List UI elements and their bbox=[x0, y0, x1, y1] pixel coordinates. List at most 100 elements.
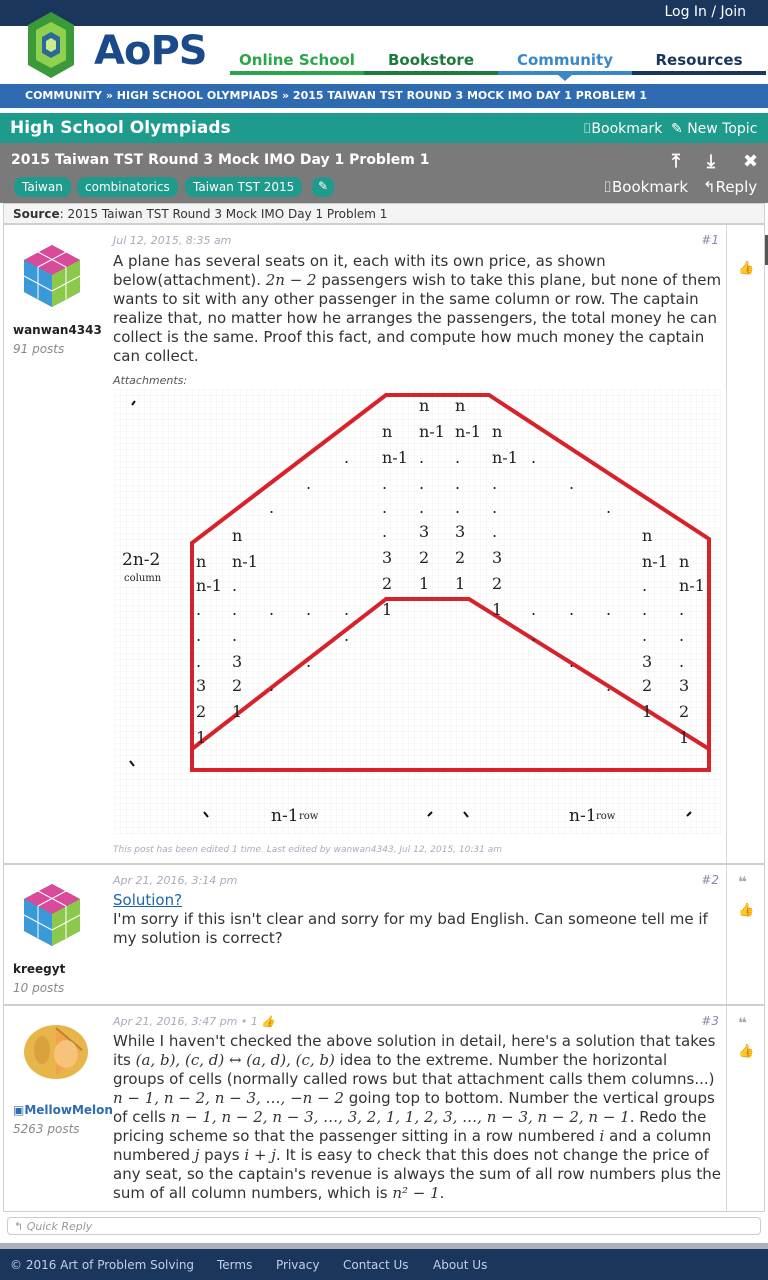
bottom-label-left: n-1 bbox=[271, 806, 299, 826]
jump-top-icon[interactable]: ⤒ bbox=[672, 151, 680, 172]
login-link[interactable]: Log In / Join bbox=[664, 4, 746, 20]
svg-text:.: . bbox=[569, 600, 574, 619]
svg-text:.: . bbox=[642, 600, 647, 619]
svg-text:1: 1 bbox=[492, 600, 502, 619]
avatar[interactable] bbox=[22, 1020, 92, 1084]
seat-diagram-attachment[interactable]: n n n n-1 n-1 n n-1.. n-1 .. ...... ...... n 3… bbox=[114, 389, 721, 835]
bottom-sublabel-right: row bbox=[596, 811, 616, 822]
user-badge-icon: ▣ bbox=[13, 1103, 25, 1117]
svg-text:.: . bbox=[269, 498, 274, 517]
post-count: 5263 posts bbox=[13, 1122, 80, 1136]
svg-text:.: . bbox=[531, 626, 536, 645]
solution-link[interactable]: Solution? bbox=[113, 891, 182, 909]
svg-text:1: 1 bbox=[455, 574, 465, 593]
post-number[interactable]: #2 bbox=[701, 873, 719, 887]
forum-title[interactable]: High School Olympiads bbox=[10, 118, 231, 138]
close-icon[interactable]: ✖ bbox=[743, 151, 758, 172]
like-icon: 👍 bbox=[261, 1015, 276, 1028]
avatar-cube-icon bbox=[23, 245, 81, 307]
username[interactable]: wanwan4343 bbox=[13, 323, 102, 337]
svg-text:.: . bbox=[492, 474, 497, 493]
nav-online-school[interactable]: Online School bbox=[230, 50, 364, 75]
svg-text:.: . bbox=[419, 498, 424, 517]
svg-text:n: n bbox=[419, 396, 429, 415]
svg-text:.: . bbox=[344, 600, 349, 619]
svg-text:.: . bbox=[232, 600, 237, 619]
svg-text:.: . bbox=[455, 498, 460, 517]
post-number[interactable]: #1 bbox=[701, 233, 719, 247]
left-sublabel: column bbox=[124, 573, 162, 584]
aops-logo[interactable]: AoPS bbox=[26, 10, 208, 82]
svg-text:.: . bbox=[679, 626, 684, 645]
copyright: © 2016 Art of Problem Solving bbox=[10, 1258, 195, 1272]
post-date[interactable]: Apr 21, 2016, 3:14 pm bbox=[113, 874, 237, 887]
svg-text:3: 3 bbox=[455, 522, 465, 541]
jump-bottom-icon[interactable]: ⤓ bbox=[707, 151, 715, 172]
svg-text:1: 1 bbox=[232, 702, 242, 721]
svg-text:.: . bbox=[196, 626, 201, 645]
svg-text:3: 3 bbox=[642, 652, 652, 671]
footer-contact-link[interactable]: Contact Us bbox=[343, 1258, 409, 1272]
logo-cube-icon bbox=[28, 12, 74, 78]
footer-privacy-link[interactable]: Privacy bbox=[276, 1258, 319, 1272]
svg-text:.: . bbox=[531, 600, 536, 619]
svg-text:2: 2 bbox=[196, 702, 206, 721]
post-body: A plane has several seats on it, each wi… bbox=[113, 252, 722, 365]
svg-text:n-1: n-1 bbox=[492, 448, 518, 467]
post-actions: ❝ 👍 bbox=[726, 865, 764, 1004]
avatar[interactable] bbox=[22, 882, 82, 952]
quick-reply-bar[interactable]: ↰ Quick Reply bbox=[7, 1217, 761, 1235]
quote-icon[interactable]: ❝ bbox=[738, 873, 747, 891]
svg-text:.: . bbox=[269, 600, 274, 619]
post-date[interactable]: Jul 12, 2015, 8:35 am bbox=[113, 234, 231, 247]
svg-text:.: . bbox=[232, 626, 237, 645]
svg-text:.: . bbox=[382, 498, 387, 517]
svg-text:.: . bbox=[306, 652, 311, 671]
svg-text:n-1: n-1 bbox=[382, 448, 408, 467]
svg-text:.: . bbox=[569, 474, 574, 493]
svg-text:n: n bbox=[679, 552, 689, 571]
post-date[interactable]: Apr 21, 2016, 3:47 pm • 1 👍 bbox=[113, 1015, 275, 1028]
nav-community[interactable]: Community bbox=[498, 50, 632, 75]
svg-text:.: . bbox=[382, 522, 387, 541]
avatar[interactable] bbox=[22, 243, 82, 313]
edit-icon: ✎ bbox=[671, 121, 688, 137]
tag-taiwan[interactable]: Taiwan bbox=[14, 177, 71, 197]
tag-combinatorics[interactable]: combinatorics bbox=[77, 177, 178, 197]
username[interactable]: kreegyt bbox=[13, 962, 65, 976]
svg-text:.: . bbox=[679, 600, 684, 619]
quote-icon[interactable]: ❝ bbox=[738, 1014, 747, 1032]
forum-bookmark-button[interactable]: ⌷Bookmark bbox=[583, 121, 662, 137]
nav-resources[interactable]: Resources bbox=[632, 50, 766, 75]
topic-bookmark-button[interactable]: ⌷Bookmark bbox=[603, 178, 688, 196]
svg-text:1: 1 bbox=[642, 702, 652, 721]
breadcrumb[interactable]: COMMUNITY » HIGH SCHOOL OLYMPIADS » 2015… bbox=[0, 84, 768, 108]
svg-text:2: 2 bbox=[232, 676, 242, 695]
thumbs-up-icon[interactable]: 👍 bbox=[738, 1044, 754, 1059]
svg-text:.: . bbox=[606, 600, 611, 619]
edit-tags-icon[interactable]: ✎ bbox=[312, 177, 335, 197]
thumbs-up-icon[interactable]: 👍 bbox=[738, 903, 754, 918]
svg-text:.: . bbox=[196, 600, 201, 619]
svg-text:2: 2 bbox=[455, 548, 465, 567]
footer-about-link[interactable]: About Us bbox=[433, 1258, 487, 1272]
svg-text:n: n bbox=[382, 422, 392, 441]
svg-text:n-1: n-1 bbox=[642, 552, 668, 571]
svg-text:n: n bbox=[642, 526, 652, 545]
bottom-label-right: n-1 bbox=[569, 806, 597, 826]
svg-text:.: . bbox=[419, 448, 424, 467]
thumbs-up-icon[interactable]: 👍 bbox=[738, 261, 754, 276]
svg-text:n: n bbox=[232, 526, 242, 545]
new-topic-button[interactable]: ✎ New Topic bbox=[671, 121, 757, 137]
svg-text:n-1: n-1 bbox=[679, 576, 705, 595]
svg-text:1: 1 bbox=[679, 728, 689, 747]
post-actions: 👍 bbox=[726, 225, 764, 863]
post-number[interactable]: #3 bbox=[701, 1014, 719, 1028]
nav-bookstore[interactable]: Bookstore bbox=[364, 50, 498, 75]
footer-terms-link[interactable]: Terms bbox=[217, 1258, 252, 1272]
svg-text:.: . bbox=[306, 600, 311, 619]
svg-text:n: n bbox=[196, 552, 206, 571]
tag-taiwan-tst-2015[interactable]: Taiwan TST 2015 bbox=[185, 177, 303, 197]
username[interactable]: ▣MellowMelon bbox=[13, 1103, 113, 1117]
reply-button[interactable]: ↰Reply bbox=[703, 178, 757, 196]
